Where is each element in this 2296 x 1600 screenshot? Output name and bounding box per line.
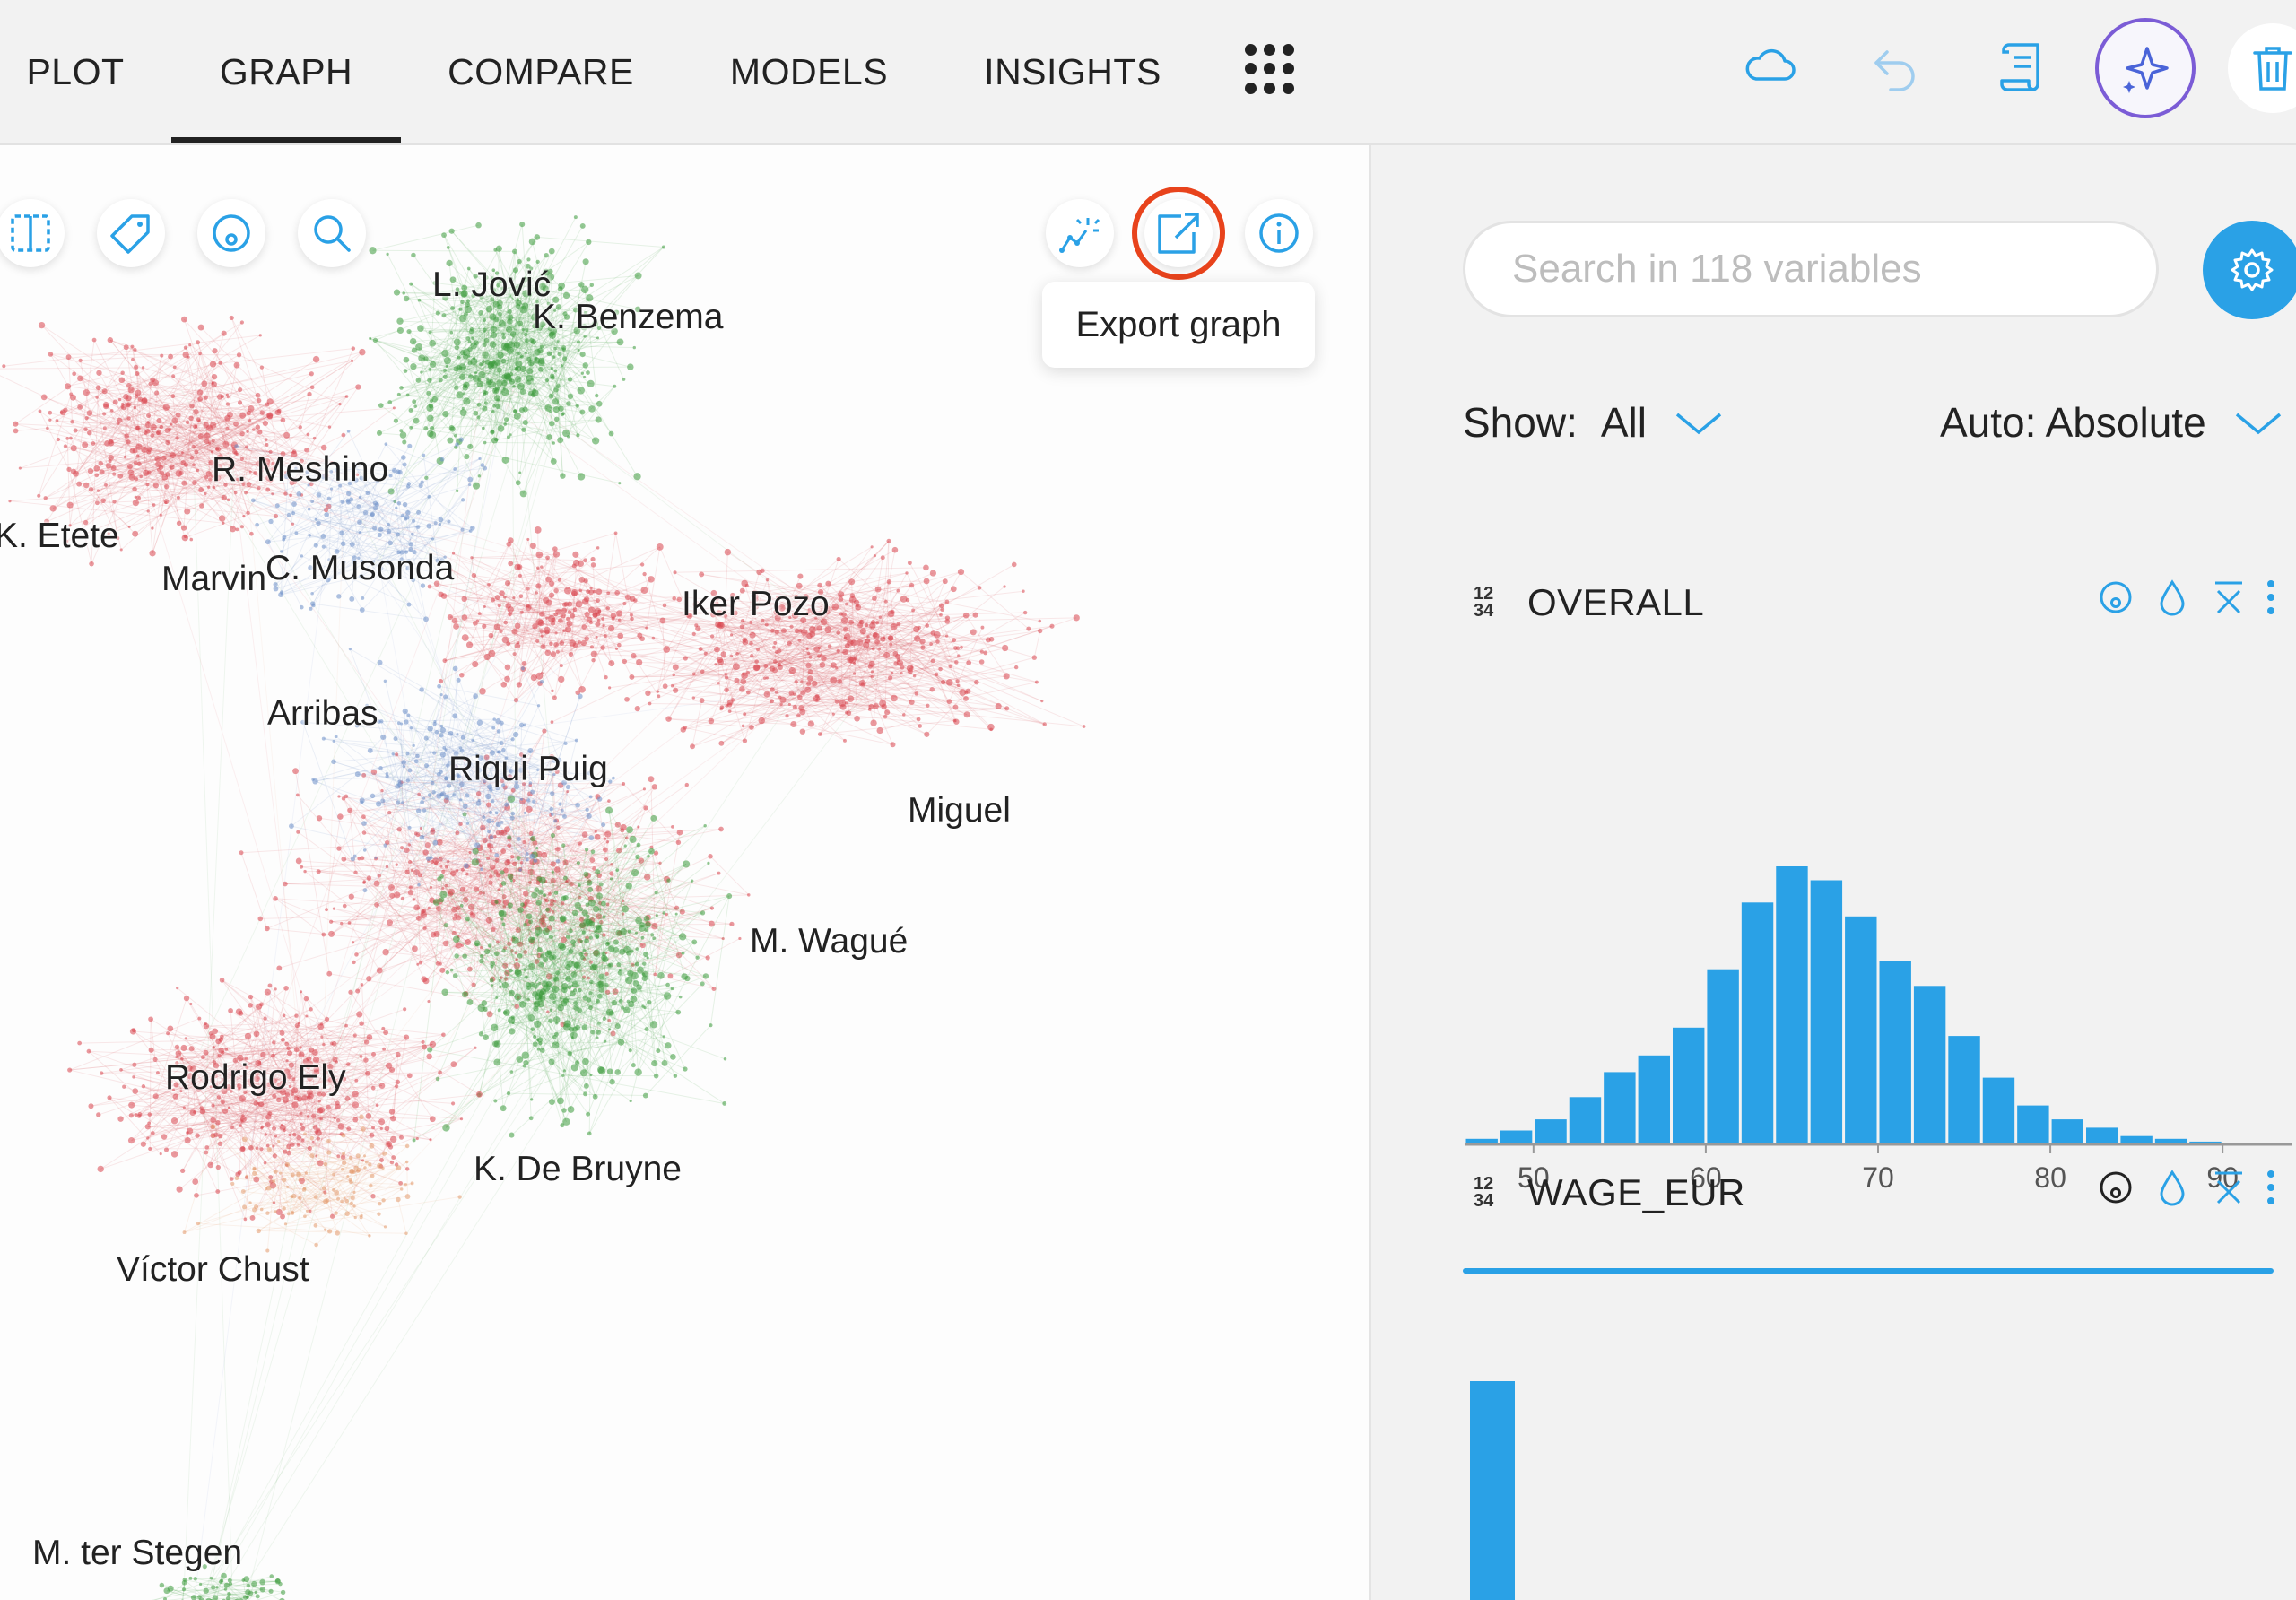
mean-x-bar-icon[interactable] — [2211, 579, 2247, 615]
color-drop-icon[interactable] — [2098, 1170, 2134, 1205]
tab-insights[interactable]: INSIGHTS — [979, 0, 1166, 143]
magic-wand-graph-icon — [1059, 218, 1100, 253]
auto-layout-button[interactable] — [1046, 199, 1114, 267]
node-label[interactable]: Iker Pozo — [682, 585, 830, 624]
histogram-bar[interactable] — [1776, 866, 1808, 1144]
auto-scale-dropdown[interactable]: Auto: Absolute — [1940, 398, 2283, 447]
histogram-bar[interactable] — [2017, 1105, 2049, 1144]
info-icon — [1259, 213, 1299, 253]
histogram-bar[interactable] — [1535, 1119, 1567, 1144]
tab-compare[interactable]: COMPARE — [439, 0, 642, 143]
histogram-bar[interactable] — [1810, 880, 1843, 1145]
color-by-button[interactable] — [197, 199, 265, 267]
variable-search-input[interactable] — [1463, 221, 2159, 317]
histogram-bar[interactable] — [1673, 1027, 1705, 1144]
node-label[interactable]: Arribas — [267, 694, 378, 734]
numeric-type-icon: 12 34 — [1474, 584, 1494, 621]
color-drop-icon — [213, 214, 250, 252]
graph-canvas[interactable]: L. Jović K. Benzema R. Meshino K. Etete … — [0, 145, 1369, 1600]
panel-settings-button[interactable] — [2203, 221, 2296, 319]
top-navigation-bar: PLOT GRAPH COMPARE MODELS INSIGHTS — [0, 0, 2296, 145]
show-value: All — [1600, 399, 1647, 446]
x-tick-label: 80 — [2034, 1161, 2066, 1194]
histogram-bar[interactable] — [1741, 902, 1774, 1144]
chevron-down-icon — [1675, 413, 1722, 435]
histogram-bar[interactable] — [2051, 1119, 2083, 1144]
show-filter-dropdown[interactable]: Show: All — [1463, 398, 1724, 447]
numeric-type-icon: 12 34 — [1474, 1174, 1494, 1211]
overall-histogram[interactable]: 50 60 70 80 90 — [1461, 665, 2296, 1204]
more-vertical-icon[interactable] — [2267, 580, 2274, 614]
tab-graph[interactable]: GRAPH — [171, 0, 401, 143]
variables-panel: Show: All Auto: Absolute 12 34 OVERALL 5… — [1369, 145, 2296, 1600]
variable-actions — [2098, 579, 2274, 616]
sparkle-assistant-button[interactable] — [2095, 18, 2196, 118]
histogram-bar[interactable] — [1948, 1036, 1980, 1144]
water-drop-icon[interactable] — [2154, 579, 2190, 616]
export-graph-button[interactable] — [1144, 199, 1213, 267]
auto-scale-value: Auto: Absolute — [1940, 399, 2206, 446]
node-label[interactable]: Rodrigo Ely — [165, 1058, 346, 1098]
undo-icon[interactable] — [1871, 43, 1921, 93]
tab-models[interactable]: MODELS — [719, 0, 899, 143]
wage-range-bar[interactable] — [1463, 1268, 2274, 1274]
water-drop-icon[interactable] — [2154, 1170, 2190, 1206]
node-label[interactable]: R. Meshino — [212, 450, 388, 490]
show-label: Show: — [1463, 399, 1578, 446]
x-tick-label: 70 — [1862, 1161, 1894, 1194]
node-label[interactable]: K. Benzema — [533, 298, 723, 337]
tag-icon — [110, 214, 150, 254]
variable-header-overall[interactable]: 12 34 OVERALL — [1474, 581, 1704, 624]
variable-name: WAGE_EUR — [1527, 1171, 1745, 1213]
variable-header-wage-eur[interactable]: 12 34 WAGE_EUR — [1474, 1171, 1745, 1214]
tag-button[interactable] — [97, 199, 165, 267]
chevron-down-icon — [2235, 413, 2281, 435]
histogram-bar[interactable] — [1982, 1077, 2015, 1144]
delete-button[interactable] — [2228, 23, 2296, 113]
histogram-bar[interactable] — [1500, 1130, 1533, 1145]
search-graph-button[interactable] — [298, 199, 366, 267]
histogram-bar[interactable] — [2086, 1127, 2118, 1144]
mean-x-bar-icon[interactable] — [2211, 1170, 2247, 1205]
apps-grid-icon[interactable] — [1245, 44, 1295, 94]
cloud-icon[interactable] — [1744, 47, 1796, 86]
tab-plot[interactable]: PLOT — [16, 0, 135, 143]
scroll-log-icon[interactable] — [1998, 39, 2047, 95]
node-label[interactable]: C. Musonda — [265, 549, 454, 588]
histogram-bar[interactable] — [1569, 1097, 1602, 1144]
histogram-bar[interactable] — [1638, 1055, 1670, 1144]
node-label[interactable]: Víctor Chust — [117, 1250, 309, 1290]
histogram-bar[interactable] — [1845, 916, 1877, 1144]
split-view-icon — [11, 214, 50, 252]
histogram-bar[interactable] — [1707, 969, 1739, 1144]
variable-actions — [2098, 1170, 2274, 1206]
trash-icon — [2253, 47, 2292, 91]
color-drop-icon[interactable] — [2098, 579, 2134, 615]
graph-nodes-and-edges[interactable] — [0, 215, 1086, 1600]
info-button[interactable] — [1245, 199, 1313, 267]
node-label[interactable]: K. Etete — [0, 517, 119, 556]
sparkle-assistant-icon — [2123, 47, 2169, 93]
export-graph-tooltip: Export graph — [1042, 282, 1315, 368]
wage-histogram-bar[interactable] — [1470, 1381, 1515, 1600]
export-icon — [1158, 213, 1199, 254]
search-icon — [314, 215, 351, 252]
node-label[interactable]: Riqui Puig — [448, 750, 608, 789]
histogram-bar[interactable] — [1913, 986, 1946, 1144]
more-vertical-icon[interactable] — [2267, 1170, 2274, 1204]
gear-icon — [2231, 248, 2274, 291]
histogram-bar[interactable] — [1879, 961, 1911, 1144]
node-label[interactable]: M. ter Stegen — [32, 1534, 242, 1573]
variable-name: OVERALL — [1527, 581, 1705, 623]
node-label[interactable]: M. Wagué — [750, 922, 908, 961]
histogram-bar[interactable] — [1604, 1072, 1636, 1144]
node-label[interactable]: Miguel — [908, 791, 1011, 830]
node-label[interactable]: Marvin — [161, 560, 266, 599]
node-label[interactable]: K. De Bruyne — [474, 1150, 682, 1189]
